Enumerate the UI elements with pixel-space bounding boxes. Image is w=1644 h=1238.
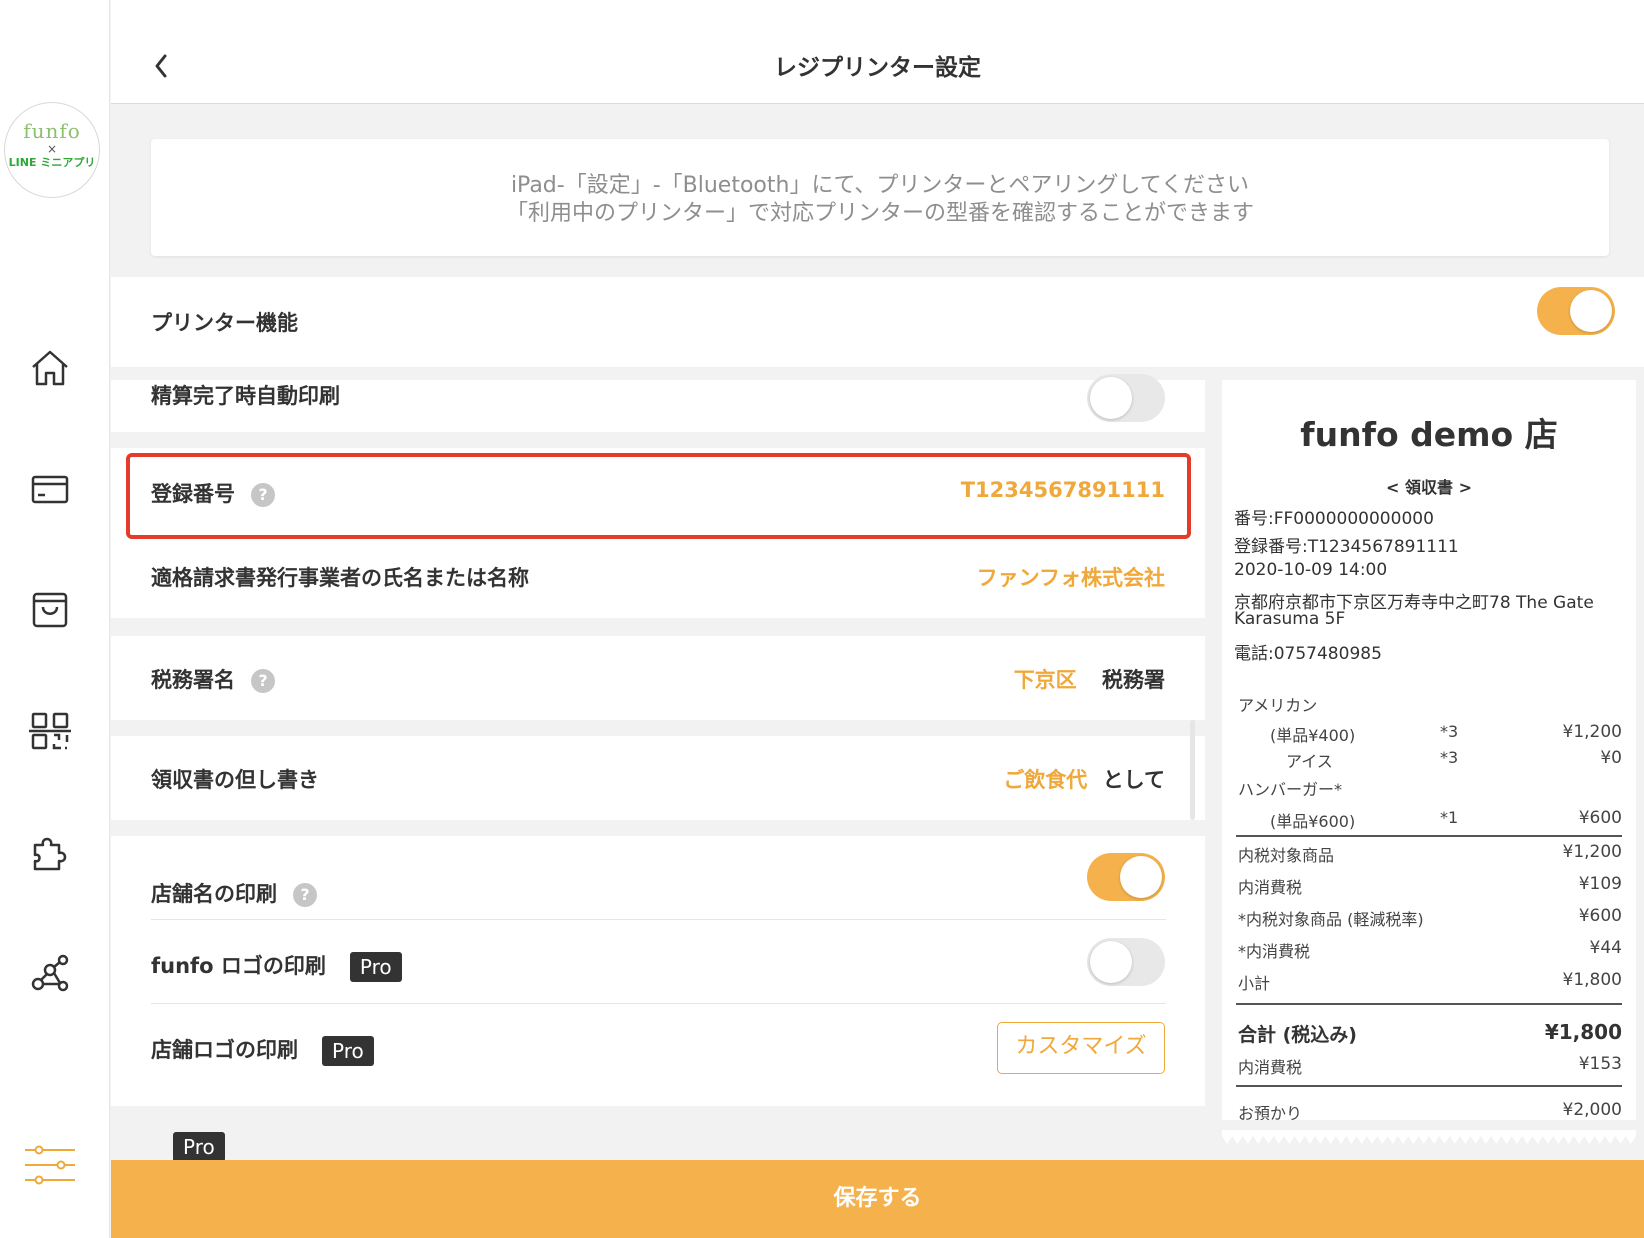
receipt-total-tax-value: ¥153 [1578, 1054, 1622, 1074]
info-line-1: iPad-「設定」-「Bluetooth」にて、プリンターとペアリングしてくださ… [510, 173, 1250, 198]
receipt-summary-value: ¥44 [1589, 938, 1622, 958]
funfo-logo-print-toggle[interactable] [1087, 938, 1165, 986]
receipt-summary-label: *内税対象商品 (軽減税率) [1238, 910, 1424, 929]
pro-badge: Pro [349, 952, 402, 982]
info-line-2: 「利用中のプリンター」で対応プリンターの型番を確認することができます [505, 201, 1254, 226]
printer-function-toggle[interactable] [1537, 287, 1615, 335]
sidebar: funfo × LINE ミニアプリ [0, 0, 110, 1238]
page-header: レジプリンター設定 [111, 0, 1644, 104]
receipt-item-qty: *3 [1440, 748, 1459, 767]
receipt-item-price: ¥0 [1600, 748, 1622, 768]
customize-button[interactable]: カスタマイズ [997, 1022, 1165, 1074]
store-name-print-label-text: 店舗名の印刷 [151, 882, 277, 906]
funfo-logo-print-label: funfo ロゴの印刷 Pro [151, 950, 402, 982]
bluetooth-info-box: iPad-「設定」-「Bluetooth」にて、プリンターとペアリングしてくださ… [151, 139, 1609, 256]
receipt-note-suffix: として [1102, 768, 1165, 792]
scrollbar[interactable] [1190, 720, 1195, 820]
receipt-summary-value: ¥109 [1578, 874, 1622, 894]
store-logo-print-label-text: 店舗ロゴの印刷 [151, 1038, 298, 1062]
receipt-item-price: ¥1,200 [1562, 722, 1622, 742]
home-icon[interactable] [25, 343, 75, 393]
pro-badge: Pro [322, 1036, 374, 1066]
receipt-note-input[interactable]: ご飲食代 [1003, 768, 1087, 792]
auto-print-row: 精算完了時自動印刷 [111, 374, 1205, 432]
settings-sliders-icon[interactable] [25, 1140, 75, 1190]
tax-office-input[interactable]: 下京区 [1014, 668, 1077, 692]
funfo-line-logo: funfo × LINE ミニアプリ [4, 102, 100, 198]
printer-function-label: プリンター機能 [151, 311, 298, 335]
puzzle-icon[interactable] [25, 827, 75, 877]
row-divider [151, 1003, 1166, 1004]
receipt-rule [1236, 1003, 1622, 1005]
help-icon[interactable]: ? [251, 669, 275, 693]
receipt-summary-label: 内税対象商品 [1238, 846, 1335, 865]
qr-code-icon[interactable] [25, 706, 75, 756]
receipt-preview: funfo demo 店 < 領収書 > 番号:FF0000000000000 … [1222, 380, 1636, 1120]
auto-print-label: 精算完了時自動印刷 [151, 384, 340, 408]
receipt-datetime: 2020-10-09 14:00 [1234, 560, 1388, 580]
receipt-note-value: ご飲食代 として [1003, 764, 1165, 794]
receipt-store-name: funfo demo 店 [1300, 415, 1558, 454]
store-name-print-toggle[interactable] [1087, 853, 1165, 901]
receipt-item-name: アメリカン [1238, 696, 1318, 715]
receipt-phone: 電話:0757480985 [1234, 644, 1382, 664]
receipt-note-row: 領収書の但し書き ご飲食代 として [111, 736, 1205, 820]
store-name-print-label: 店舗名の印刷? [151, 878, 317, 908]
tax-office-value: 下京区 税務署 [1014, 664, 1165, 694]
tax-office-label: 税務署名? [151, 664, 275, 694]
issuer-name-value[interactable]: ファンフォ株式会社 [977, 562, 1165, 592]
receipt-summary-value: ¥1,800 [1562, 970, 1622, 990]
tax-office-label-text: 税務署名 [151, 668, 235, 692]
network-icon[interactable] [25, 948, 75, 998]
receipt-total-tax-label: 内消費税 [1238, 1058, 1303, 1077]
receipt-summary-value: ¥600 [1578, 906, 1622, 926]
print-options-group: 店舗名の印刷? funfo ロゴの印刷 Pro 店舗ロゴの印刷 Pro カスタマイズ [111, 836, 1205, 1106]
card-icon[interactable] [25, 464, 75, 514]
toggle-knob [1120, 856, 1162, 898]
receipt-item-name: (単品¥400) [1270, 726, 1356, 745]
receipt-total-label: 合計 (税込み) [1238, 1024, 1357, 1046]
receipt-address-2: Karasuma 5F [1234, 609, 1346, 629]
funfo-logo-print-label-text: funfo ロゴの印刷 [151, 954, 326, 978]
store-logo-print-label: 店舗ロゴの印刷 Pro [151, 1034, 374, 1066]
registration-highlight-frame [126, 453, 1191, 539]
receipt-item-price: ¥600 [1578, 808, 1622, 828]
printer-function-row: プリンター機能 [111, 277, 1644, 439]
receipt-item-name: アイス [1286, 752, 1333, 771]
logo-line-text: LINE ミニアプリ [8, 156, 96, 169]
pro-badge: Pro [173, 1132, 225, 1162]
issuer-name-label: 適格請求書発行事業者の氏名または名称 [151, 566, 529, 590]
receipt-torn-edge [1222, 1130, 1636, 1144]
receipt-registration: 登録番号:T1234567891111 [1234, 537, 1459, 557]
row-divider [151, 919, 1166, 920]
logo-cross: × [46, 142, 58, 156]
save-button[interactable]: 保存する [111, 1160, 1644, 1238]
receipt-summary-value: ¥1,200 [1562, 842, 1622, 862]
toggle-knob [1090, 377, 1132, 419]
receipt-item-qty: *1 [1440, 808, 1459, 827]
receipt-summary-label: 内消費税 [1238, 878, 1303, 897]
tax-office-suffix: 税務署 [1102, 668, 1165, 692]
tax-office-row: 税務署名? 下京区 税務署 [111, 636, 1205, 720]
receipt-note-label: 領収書の但し書き [151, 768, 319, 792]
receipt-doc-title: < 領収書 > [1386, 478, 1472, 497]
receipt-deposit-label: お預かり [1238, 1104, 1303, 1120]
toggle-knob [1570, 290, 1612, 332]
receipt-rule [1236, 835, 1622, 837]
receipt-item-name: ハンバーガー* [1238, 780, 1343, 799]
receipt-summary-label: *内消費税 [1238, 942, 1311, 961]
receipt-item-name: (単品¥600) [1270, 812, 1356, 831]
receipt-rule [1236, 1085, 1622, 1087]
receipt-summary-label: 小計 [1238, 974, 1271, 993]
toggle-knob [1090, 941, 1132, 983]
receipt-total-value: ¥1,800 [1544, 1020, 1622, 1044]
page-title: レジプリンター設定 [774, 55, 981, 81]
bag-icon[interactable] [25, 585, 75, 635]
receipt-deposit-value: ¥2,000 [1562, 1100, 1622, 1120]
help-icon[interactable]: ? [293, 883, 317, 907]
auto-print-toggle[interactable] [1087, 374, 1165, 422]
logo-funfo-text: funfo [23, 119, 81, 143]
receipt-item-qty: *3 [1440, 722, 1459, 741]
receipt-number: 番号:FF0000000000000 [1234, 509, 1434, 529]
